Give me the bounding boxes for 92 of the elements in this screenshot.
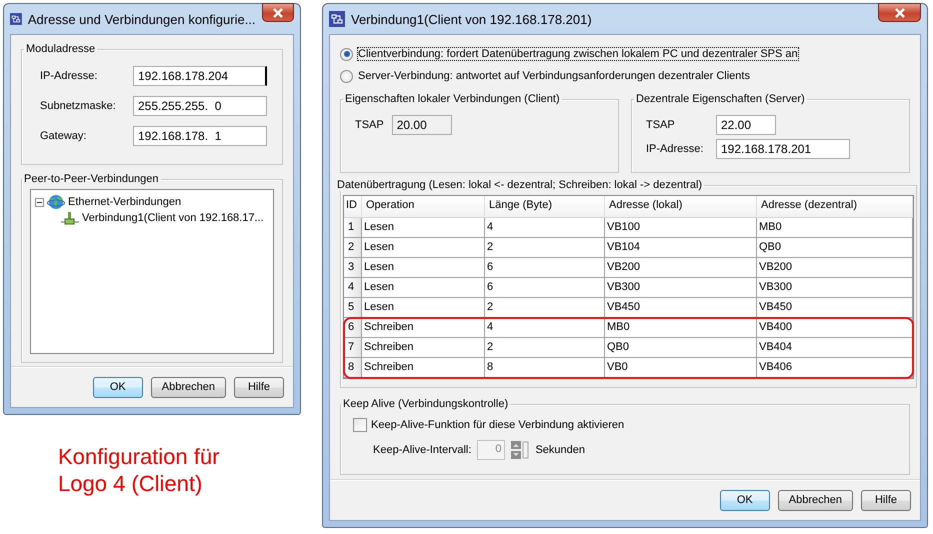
table-cell: QB0 — [757, 238, 913, 258]
row-header: 1 — [344, 218, 362, 238]
group-title: Moduladresse — [25, 43, 96, 55]
column-header[interactable]: Länge (Byte) — [485, 196, 605, 218]
table-cell: Schreiben — [362, 358, 485, 378]
table-cell: 4 — [485, 218, 605, 238]
close-icon — [272, 8, 284, 18]
tree-item[interactable]: Verbindung1(Client von 192.168.17... — [82, 212, 264, 224]
close-button[interactable] — [262, 3, 294, 22]
app-icon — [10, 11, 22, 27]
close-icon — [894, 8, 906, 18]
help-button[interactable]: Hilfe — [234, 376, 284, 398]
table-cell: VB104 — [605, 238, 757, 258]
table-cell: VB300 — [757, 278, 913, 298]
table-cell: Schreiben — [362, 338, 485, 358]
table-cell: VB0 — [605, 358, 757, 378]
group-title: Keep Alive (Verbindungskontrolle) — [342, 398, 510, 410]
table-cell: 2 — [485, 238, 605, 258]
table-cell: Lesen — [362, 278, 485, 298]
row-header: 8 — [344, 358, 362, 378]
tree-item[interactable]: Ethernet-Verbindungen — [68, 196, 182, 208]
close-button[interactable] — [878, 3, 921, 22]
radio-label[interactable]: Server-Verbindung: antwortet auf Verbindungsanforderungen dezentraler Clients — [358, 70, 750, 82]
ok-button[interactable]: OK — [92, 376, 143, 398]
table-cell: VB200 — [605, 258, 757, 278]
table-cell: 6 — [485, 278, 605, 298]
table-cell: VB450 — [757, 298, 913, 318]
table-cell: 2 — [485, 338, 605, 358]
table-cell: 6 — [485, 258, 605, 278]
column-header[interactable]: ID — [344, 196, 362, 218]
group-title: Datenübertragung (Lesen: lokal <- dezentral; Schreiben: lokal -> dezentral) — [336, 179, 704, 191]
table-cell: Lesen — [362, 218, 485, 238]
window-title: Verbindung1(Client von 192.168.178.201) — [351, 12, 593, 26]
input-field[interactable]: 192.168.178.204 — [133, 66, 267, 86]
table-cell: Lesen — [362, 238, 485, 258]
checkbox[interactable] — [353, 418, 367, 432]
table-cell: Lesen — [362, 298, 485, 318]
row-header: 2 — [344, 238, 362, 258]
field-label: IP-Adresse: — [40, 70, 98, 82]
cancel-button[interactable]: Abbrechen — [778, 490, 853, 510]
field-label: TSAP — [355, 119, 384, 131]
field-label: Subnetzmaske: — [40, 100, 117, 112]
table-cell: Lesen — [362, 258, 485, 278]
field-label: IP-Adresse: — [646, 143, 704, 155]
input-field[interactable]: 192.168.178. 1 — [133, 126, 267, 146]
group-title: Dezentrale Eigenschaften (Server) — [635, 93, 806, 105]
radio-label[interactable]: Clientverbindung: fordert Datenübertragung zwischen lokalem PC und dezentraler SPS an — [358, 48, 798, 60]
table-cell: VB100 — [605, 218, 757, 238]
table-cell: 2 — [485, 298, 605, 318]
table-cell: VB406 — [757, 358, 913, 378]
row-header: 5 — [344, 298, 362, 318]
table-cell: VB404 — [757, 338, 913, 358]
field-label: Keep-Alive-Intervall: — [373, 444, 472, 456]
caption-text: Konfiguration für — [58, 443, 220, 470]
table-cell: QB0 — [605, 338, 757, 358]
app-icon — [329, 11, 345, 27]
row-header: 6 — [344, 318, 362, 338]
column-header[interactable]: Operation — [362, 196, 485, 218]
input-field[interactable]: 192.168.178.201 — [716, 139, 850, 159]
column-header[interactable]: Adresse (dezentral) — [757, 196, 913, 218]
cancel-button[interactable]: Abbrechen — [150, 376, 226, 398]
input-field[interactable]: 255.255.255. 0 — [133, 96, 267, 116]
table-cell: 4 — [485, 318, 605, 338]
row-header: 4 — [344, 278, 362, 298]
unit-label: Sekunden — [535, 444, 585, 456]
caption-text: Logo 4 (Client) — [58, 470, 204, 497]
checkbox-label[interactable]: Keep-Alive-Funktion für diese Verbindung aktivieren — [371, 419, 624, 431]
radio-button[interactable] — [340, 48, 353, 60]
input-field[interactable]: 22.00 — [716, 115, 776, 135]
table-cell: VB400 — [757, 318, 913, 338]
network-node-icon — [61, 210, 79, 226]
table-cell: MB0 — [605, 318, 757, 338]
table-cell: 8 — [485, 358, 605, 378]
field-label: Gateway: — [40, 130, 88, 142]
table-cell: Schreiben — [362, 318, 485, 338]
table-cell: VB200 — [757, 258, 913, 278]
spinner-arrows-icon[interactable] — [511, 441, 530, 459]
group-title: Peer-to-Peer-Verbindungen — [23, 173, 160, 185]
table-cell: MB0 — [757, 218, 913, 238]
table-cell: VB300 — [605, 278, 757, 298]
help-button[interactable]: Hilfe — [861, 490, 911, 510]
column-header[interactable]: Adresse (lokal) — [605, 196, 757, 218]
ok-button[interactable]: OK — [720, 490, 770, 510]
window-title: Adresse und Verbindungen konfigurie... — [28, 12, 256, 26]
row-header: 3 — [344, 258, 362, 278]
row-header: 7 — [344, 338, 362, 358]
group-title: Eigenschaften lokaler Verbindungen (Client) — [344, 93, 561, 105]
field-label: TSAP — [646, 119, 676, 131]
collapse-icon[interactable] — [35, 198, 44, 206]
globe-icon — [47, 194, 65, 210]
radio-button[interactable] — [340, 70, 353, 82]
table-cell: VB450 — [605, 298, 757, 318]
